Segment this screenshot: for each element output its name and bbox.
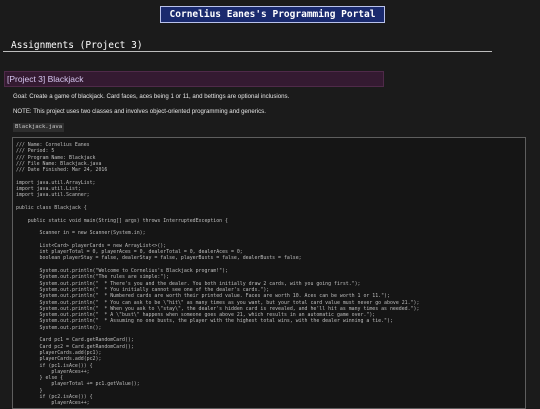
code-line: System.out.println(" * Assuming no one b… [16, 318, 393, 325]
note-text: NOTE: This project uses two classes and … [13, 108, 266, 115]
code-line: System.out.println(" * When you ask to \… [16, 305, 420, 312]
code-line: System.out.println(" * You can ask to be… [16, 299, 420, 306]
file-name-tab[interactable]: Blackjack.java [13, 123, 65, 132]
code-line: /// Name: Cornelius Eanes [16, 142, 90, 148]
code-line: if (pc2.isAce()) { [16, 394, 93, 400]
code-line: Card pc2 = Card.getRandomCard(); [16, 343, 134, 350]
code-line: /// Date Finished: Mar 24, 2016 [16, 167, 108, 174]
code-line: int playerTotal = 0, playerAces = 0, dea… [16, 249, 243, 256]
code-line: playerTotal += pc1.getValue(); [16, 381, 140, 388]
code-line: } [16, 387, 43, 394]
code-line: System.out.println(); [16, 324, 102, 331]
code-line: System.out.println(" * You initially can… [16, 286, 270, 293]
code-line: import java.util.ArrayList; [16, 179, 96, 186]
portal-title: Cornelius Eanes's Programming Portal [160, 6, 385, 23]
code-line: public static void main(String[] args) t… [16, 217, 228, 224]
code-line: playerCards.add(pc2); [16, 356, 102, 363]
code-line: /// File Name: Blackjack.java [16, 160, 102, 167]
code-line: playerAces++; [16, 368, 90, 375]
project-title: [Project 3] Blackjack [4, 71, 384, 87]
code-line: System.out.println("Welcome to Cornelius… [16, 268, 228, 274]
code-line: System.out.println("The rules are simple… [16, 274, 170, 281]
code-line: /// Program Name: Blackjack [16, 154, 96, 161]
code-line: if (pc1.isAce()) { [16, 362, 93, 369]
code-line: boolean playerStay = false, dealerStay =… [16, 255, 302, 262]
code-line: Scanner in = new Scanner(System.in); [16, 230, 146, 237]
code-line: } else { [16, 375, 64, 382]
code-line: List<Card> playerCards = new ArrayList<>… [16, 242, 167, 249]
code-line: import java.util.Scanner; [16, 192, 90, 199]
code-line: playerAces++; [16, 400, 90, 407]
code-line: System.out.println(" * Numbered cards ar… [16, 293, 390, 300]
goal-text: Goal: Create a game of blackjack. Card f… [13, 93, 290, 100]
code-line: System.out.println(" * A \"bust\" happen… [16, 312, 376, 319]
code-line: playerCards.add(pc1); [16, 349, 102, 356]
page-title: Assignments (Project 3) [11, 40, 143, 51]
code-line: import java.util.List; [16, 186, 81, 193]
code-line: Card pc1 = Card.getRandomCard(); [16, 337, 134, 344]
title-divider [3, 51, 492, 52]
code-line: public class Blackjack { [16, 205, 87, 211]
code-block[interactable]: /// Name: Cornelius Eanes/// Period: 5//… [12, 137, 526, 409]
code-line: System.out.println(" * There's you and t… [16, 280, 361, 287]
code-line: /// Period: 5 [16, 148, 55, 155]
